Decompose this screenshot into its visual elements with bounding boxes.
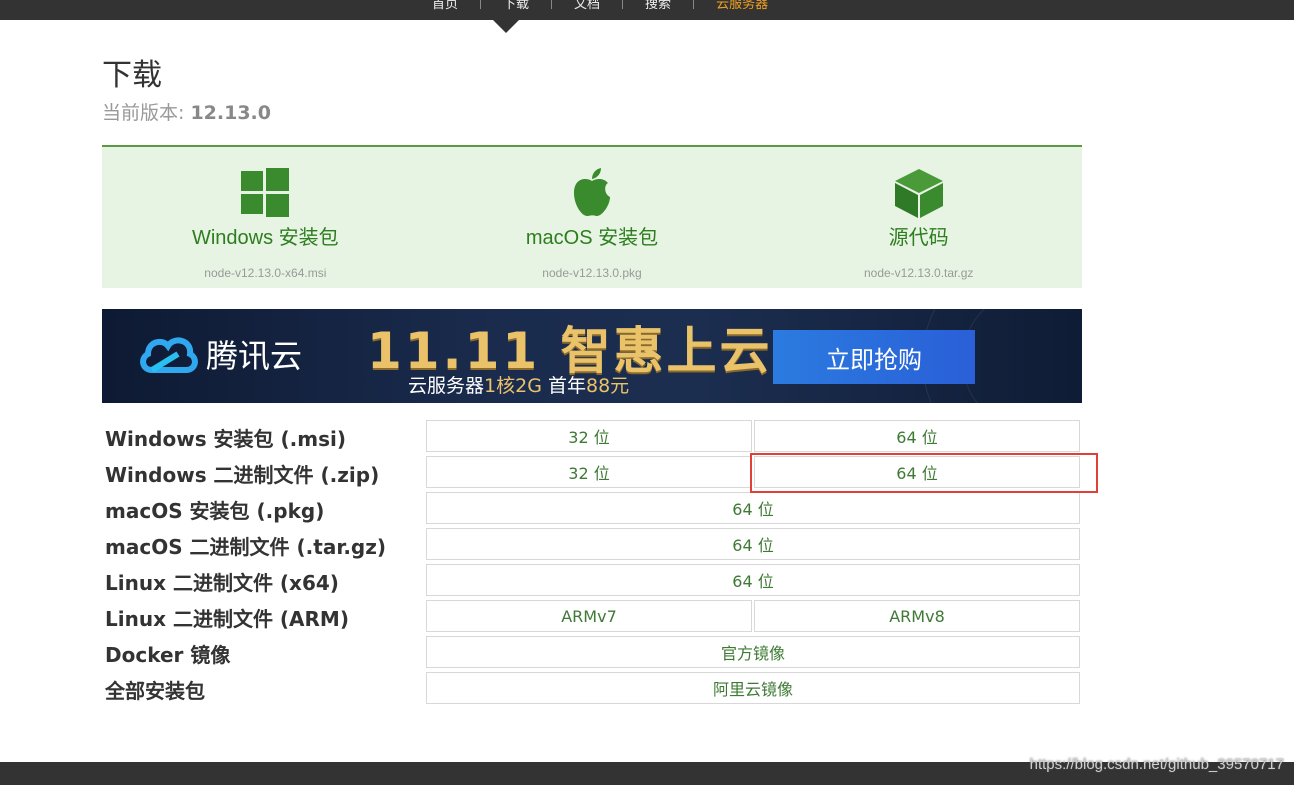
- download-source-code[interactable]: 源代码 node-v12.13.0.tar.gz: [755, 147, 1082, 288]
- nav-item-download[interactable]: 下载: [481, 0, 551, 12]
- download-link-pkg-64[interactable]: 64 位: [426, 492, 1080, 524]
- table-row: Docker 镜像 官方镜像: [102, 635, 1082, 671]
- row-label: 全部安装包: [105, 679, 205, 703]
- download-card-label: 源代码: [888, 227, 949, 249]
- download-card-filename: node-v12.13.0-x64.msi: [204, 266, 327, 280]
- table-row: Windows 二进制文件 (.zip) 32 位 64 位: [102, 455, 1082, 491]
- ad-subtitle: 云服务器1核2G 首年88元: [408, 375, 630, 397]
- top-nav: 首页 下载 文档 搜索 云服务器: [410, 0, 790, 12]
- watermark: https://blog.csdn.net/github_39570717: [1029, 756, 1284, 773]
- nav-item-search[interactable]: 搜索: [623, 0, 693, 12]
- current-version: 当前版本: 12.13.0: [102, 98, 271, 125]
- apple-icon: [574, 168, 610, 217]
- download-macos-installer[interactable]: macOS 安装包 node-v12.13.0.pkg: [429, 147, 756, 288]
- row-label: macOS 安装包 (.pkg): [105, 499, 325, 523]
- download-link-aliyun-mirror[interactable]: 阿里云镜像: [426, 672, 1080, 704]
- nav-item-docs[interactable]: 文档: [552, 0, 622, 12]
- download-card-label: Windows 安装包: [191, 227, 339, 249]
- table-row: Linux 二进制文件 (ARM) ARMv7 ARMv8: [102, 599, 1082, 635]
- download-link-msi-32[interactable]: 32 位: [426, 420, 752, 452]
- download-link-zip-32[interactable]: 32 位: [426, 456, 752, 488]
- cloud-logo-icon: [140, 337, 198, 373]
- row-label: Linux 二进制文件 (x64): [105, 571, 339, 595]
- download-link-zip-64[interactable]: 64 位: [754, 456, 1080, 488]
- download-table: Windows 安装包 (.msi) 32 位 64 位 Windows 二进制…: [102, 419, 1082, 707]
- table-row: Windows 安装包 (.msi) 32 位 64 位: [102, 419, 1082, 455]
- ad-banner[interactable]: 腾讯云 11.11 智惠上云 云服务器1核2G 首年88元 立即抢购: [102, 309, 1082, 403]
- version-value: 12.13.0: [190, 102, 271, 124]
- table-row: macOS 安装包 (.pkg) 64 位: [102, 491, 1082, 527]
- row-label: Windows 二进制文件 (.zip): [105, 463, 380, 487]
- download-link-msi-64[interactable]: 64 位: [754, 420, 1080, 452]
- row-label: Docker 镜像: [105, 643, 231, 667]
- download-card-filename: node-v12.13.0.pkg: [542, 266, 642, 280]
- download-card-label: macOS 安装包: [525, 227, 659, 249]
- ad-brand: 腾讯云: [138, 331, 302, 377]
- download-link-linux-x64[interactable]: 64 位: [426, 564, 1080, 596]
- download-link-armv8[interactable]: ARMv8: [754, 600, 1080, 632]
- download-link-docker[interactable]: 官方镜像: [426, 636, 1080, 668]
- download-card-filename: node-v12.13.0.tar.gz: [863, 266, 974, 280]
- ad-brand-name: 腾讯云: [206, 337, 303, 375]
- download-link-macos-tar-64[interactable]: 64 位: [426, 528, 1080, 560]
- page-title: 下载: [102, 58, 162, 93]
- nav-active-caret: [493, 20, 519, 33]
- table-row: Linux 二进制文件 (x64) 64 位: [102, 563, 1082, 599]
- table-row: 全部安装包 阿里云镜像: [102, 671, 1082, 707]
- windows-icon: [241, 168, 290, 217]
- table-row: macOS 二进制文件 (.tar.gz) 64 位: [102, 527, 1082, 563]
- version-label: 当前版本:: [102, 102, 185, 124]
- row-label: macOS 二进制文件 (.tar.gz): [105, 535, 387, 559]
- nav-item-home[interactable]: 首页: [410, 0, 480, 12]
- nav-item-cloud-server[interactable]: 云服务器: [694, 0, 790, 12]
- row-label: Windows 安装包 (.msi): [105, 427, 346, 451]
- download-link-armv7[interactable]: ARMv7: [426, 600, 752, 632]
- row-label: Linux 二进制文件 (ARM): [105, 607, 349, 631]
- download-windows-installer[interactable]: Windows 安装包 node-v12.13.0-x64.msi: [102, 147, 429, 288]
- downloads-panel: Windows 安装包 node-v12.13.0-x64.msi macOS …: [102, 145, 1082, 288]
- box-icon: [894, 169, 943, 218]
- ad-buy-now-button[interactable]: 立即抢购: [773, 330, 975, 384]
